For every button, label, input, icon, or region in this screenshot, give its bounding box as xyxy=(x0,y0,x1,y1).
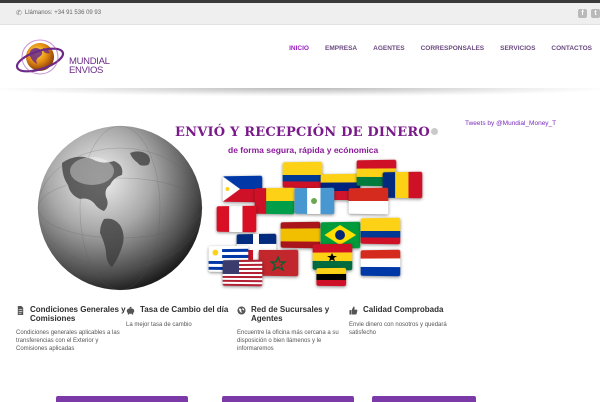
nav-item-inicio[interactable]: INICIO xyxy=(281,45,317,52)
feature-title[interactable]: Condiciones Generales y Comisiones xyxy=(30,305,131,323)
header-shadow-divider xyxy=(0,88,600,96)
site-header: MUNDIAL ENVIOS INICIO EMPRESA AGENTES CO… xyxy=(0,26,600,88)
nav-item-servicios[interactable]: SERVICIOS xyxy=(492,45,543,52)
flag-stripe-small xyxy=(316,267,347,287)
flag-peru xyxy=(216,205,257,233)
logo-text: MUNDIAL ENVIOS xyxy=(69,57,110,76)
bottom-button-1[interactable] xyxy=(56,396,188,402)
feature-text: Encuentre la oficina más cercana a su di… xyxy=(237,330,339,352)
features-row: Condiciones Generales y Comisiones Condi… xyxy=(0,300,600,380)
flag-romania xyxy=(382,171,423,199)
feature-exchange-rate: Tasa de Cambio del día La mejor tasa de … xyxy=(126,305,241,329)
globe-icon xyxy=(237,306,246,315)
feature-branch-network: Red de Sucursales y Agentes Encuentre la… xyxy=(237,305,352,353)
slider-dot[interactable] xyxy=(431,128,438,135)
feature-quality: Calidad Comprobada Envie dinero con noso… xyxy=(349,305,464,337)
flag-guatemala xyxy=(294,187,335,215)
document-icon xyxy=(17,306,24,315)
nav-item-corresponsales[interactable]: CORRESPONSALES xyxy=(413,45,493,52)
globe-image xyxy=(37,125,203,291)
flag-peru-small xyxy=(348,187,389,215)
phone-info: ✆ Llámanos: +34 91 536 09 93 xyxy=(16,9,101,17)
mundial-envios-logo[interactable]: MUNDIAL ENVIOS xyxy=(13,36,123,82)
nav-item-agentes[interactable]: AGENTES xyxy=(365,45,412,52)
thumbs-up-icon xyxy=(349,306,358,315)
main-nav: INICIO EMPRESA AGENTES CORRESPONSALES SE… xyxy=(281,45,600,52)
phone-label: Llámanos: +34 91 536 09 93 xyxy=(24,10,102,16)
flag-guinea-bissau xyxy=(254,187,295,215)
flags-collage xyxy=(198,159,438,287)
twitter-icon[interactable]: t xyxy=(591,9,600,18)
facebook-icon[interactable]: f xyxy=(578,9,587,18)
hero-banner: ENVIÓ Y RECEPCIÓN DE DINERO de forma seg… xyxy=(0,96,600,296)
feature-text: Condiciones generales aplicables a las t… xyxy=(16,330,120,352)
bottom-button-2[interactable] xyxy=(222,396,354,402)
feature-text: La mejor tasa de cambio xyxy=(126,322,192,328)
feature-text: Envie dinero con nosotros y quedará sati… xyxy=(349,322,447,336)
flag-morocco xyxy=(258,249,299,277)
flag-ecuador xyxy=(282,161,323,189)
flag-ghana xyxy=(312,243,353,271)
top-bar: ✆ Llámanos: +34 91 536 09 93 f t xyxy=(0,3,600,25)
feature-title[interactable]: Calidad Comprobada xyxy=(363,305,443,314)
flag-paraguay xyxy=(360,249,401,277)
bottom-button-3[interactable] xyxy=(372,396,476,402)
nav-item-empresa[interactable]: EMPRESA xyxy=(317,45,365,52)
flag-colombia xyxy=(360,217,401,245)
phone-icon: ✆ xyxy=(16,10,22,17)
hero-title: ENVIÓ Y RECEPCIÓN DE DINERO xyxy=(175,125,430,140)
logo-line-2: ENVIOS xyxy=(69,65,104,76)
feature-conditions: Condiciones Generales y Comisiones Condi… xyxy=(16,305,131,353)
nav-item-contactos[interactable]: CONTACTOS xyxy=(543,45,600,52)
feature-title[interactable]: Red de Sucursales y Agentes xyxy=(251,305,352,323)
hero-subtitle: de forma segura, rápida y ecónomica xyxy=(228,145,379,155)
piggy-bank-icon xyxy=(126,306,135,315)
flag-usa xyxy=(222,259,263,287)
feature-title[interactable]: Tasa de Cambio del día xyxy=(140,305,228,314)
tweets-link[interactable]: Tweets by @Mundial_Money_T xyxy=(465,120,556,127)
